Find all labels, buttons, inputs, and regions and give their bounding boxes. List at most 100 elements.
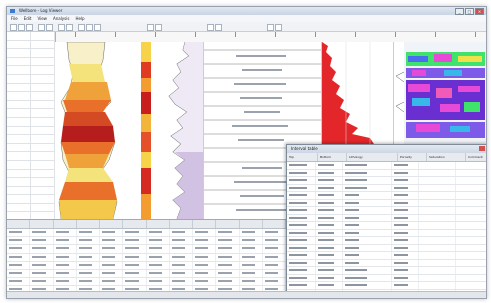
table-cell[interactable] <box>392 184 419 191</box>
column-saturation[interactable]: Saturation <box>427 153 466 161</box>
table-row[interactable] <box>7 278 286 287</box>
hand-icon[interactable] <box>66 24 73 31</box>
column-porosity[interactable]: Porosity <box>398 153 427 161</box>
table-row[interactable] <box>287 222 486 230</box>
menu-view[interactable]: View <box>37 15 47 22</box>
menu-help[interactable]: Help <box>75 15 84 22</box>
table-cell[interactable] <box>456 200 486 207</box>
table-cell[interactable] <box>343 222 392 229</box>
table-cell[interactable] <box>456 185 486 192</box>
table-cell[interactable] <box>316 214 343 221</box>
table-cell[interactable] <box>287 252 316 259</box>
table-cell[interactable] <box>343 162 392 169</box>
table-cell[interactable] <box>419 229 456 236</box>
table-cell[interactable] <box>392 192 419 199</box>
table-row[interactable] <box>287 282 486 290</box>
table-cell[interactable] <box>343 259 392 266</box>
new-icon[interactable] <box>10 24 17 31</box>
color-icon[interactable] <box>215 24 222 31</box>
table-row[interactable] <box>287 184 486 192</box>
table-cell[interactable] <box>392 199 419 206</box>
log-curve-track[interactable] <box>155 41 203 220</box>
table-cell[interactable] <box>392 222 419 229</box>
table-cell[interactable] <box>316 237 343 244</box>
table-cell[interactable] <box>287 184 316 191</box>
table-cell[interactable] <box>316 169 343 176</box>
ruler-icon[interactable] <box>147 24 154 31</box>
table-cell[interactable] <box>419 214 456 221</box>
table-cell[interactable] <box>287 169 316 176</box>
table-row[interactable] <box>287 237 486 245</box>
table-cell[interactable] <box>419 252 456 259</box>
table-cell[interactable] <box>419 192 456 199</box>
grid-icon[interactable] <box>155 24 162 31</box>
menu-analysis[interactable]: Analysis <box>53 15 69 22</box>
table-cell[interactable] <box>316 252 343 259</box>
table-cell[interactable] <box>343 214 392 221</box>
table-row[interactable] <box>287 214 486 222</box>
table-cell[interactable] <box>287 267 316 274</box>
dialog-close-button[interactable] <box>479 146 485 151</box>
table-row[interactable] <box>7 237 286 246</box>
table-cell[interactable] <box>456 222 486 229</box>
table-row[interactable] <box>287 169 486 177</box>
table-cell[interactable] <box>316 162 343 169</box>
table-icon[interactable] <box>86 24 93 31</box>
table-cell[interactable] <box>316 267 343 274</box>
table-cell[interactable] <box>343 237 392 244</box>
chart-icon[interactable] <box>78 24 85 31</box>
table-cell[interactable] <box>287 214 316 221</box>
table-cell[interactable] <box>316 192 343 199</box>
table-cell[interactable] <box>343 199 392 206</box>
table-cell[interactable] <box>392 214 419 221</box>
table-cell[interactable] <box>456 237 486 244</box>
table-cell[interactable] <box>343 252 392 259</box>
column-lithology[interactable]: Lithology <box>347 153 398 161</box>
table-cell[interactable] <box>419 259 456 266</box>
print-icon[interactable] <box>94 24 101 31</box>
table-cell[interactable] <box>456 267 486 274</box>
table-cell[interactable] <box>456 162 486 169</box>
table-row[interactable] <box>287 192 486 200</box>
table-cell[interactable] <box>419 274 456 281</box>
table-cell[interactable] <box>392 229 419 236</box>
table-cell[interactable] <box>392 207 419 214</box>
table-cell[interactable] <box>343 192 392 199</box>
table-cell[interactable] <box>343 282 392 289</box>
table-cell[interactable] <box>419 162 456 169</box>
table-cell[interactable] <box>343 169 392 176</box>
table-cell[interactable] <box>287 282 316 289</box>
table-cell[interactable] <box>287 259 316 266</box>
table-cell[interactable] <box>456 170 486 177</box>
table-cell[interactable] <box>287 244 316 251</box>
table-cell[interactable] <box>419 267 456 274</box>
table-cell[interactable] <box>287 207 316 214</box>
column-bottom[interactable]: Bottom <box>318 153 347 161</box>
table-cell[interactable] <box>419 184 456 191</box>
table-cell[interactable] <box>456 230 486 237</box>
table-row[interactable] <box>287 199 486 207</box>
table-cell[interactable] <box>287 222 316 229</box>
table-cell[interactable] <box>287 237 316 244</box>
dialog-table-body[interactable] <box>287 162 486 298</box>
table-cell[interactable] <box>392 274 419 281</box>
table-cell[interactable] <box>287 199 316 206</box>
table-cell[interactable] <box>456 252 486 259</box>
table-cell[interactable] <box>392 252 419 259</box>
table-row[interactable] <box>287 229 486 237</box>
table-cell[interactable] <box>316 282 343 289</box>
table-cell[interactable] <box>392 282 419 289</box>
table-cell[interactable] <box>456 192 486 199</box>
table-cell[interactable] <box>316 259 343 266</box>
table-cell[interactable] <box>419 222 456 229</box>
table-cell[interactable] <box>343 244 392 251</box>
table-cell[interactable] <box>316 222 343 229</box>
pointer-icon[interactable] <box>58 24 65 31</box>
table-cell[interactable] <box>392 162 419 169</box>
zoom-out-icon[interactable] <box>46 24 53 31</box>
table-row[interactable] <box>287 244 486 252</box>
table-cell[interactable] <box>343 177 392 184</box>
table-cell[interactable] <box>419 169 456 176</box>
table-cell[interactable] <box>343 229 392 236</box>
table-cell[interactable] <box>419 244 456 251</box>
